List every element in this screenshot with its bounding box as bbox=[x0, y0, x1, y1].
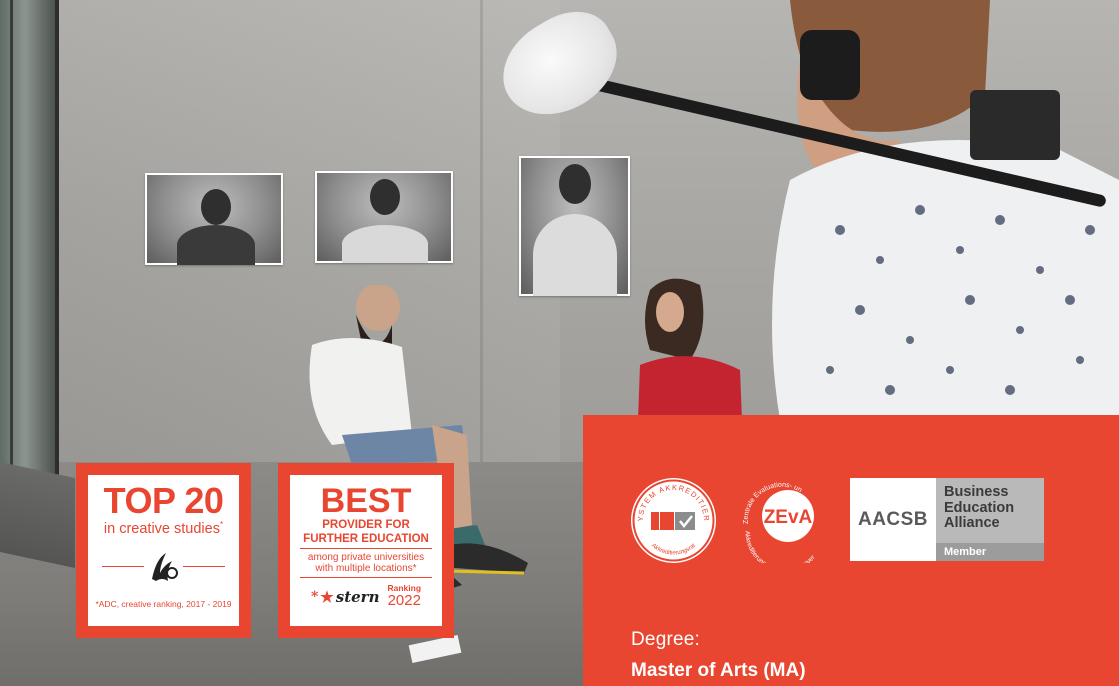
best-title: BEST bbox=[320, 482, 412, 520]
aacsb-badge: AACSB Business Education Alliance Member bbox=[850, 478, 1044, 561]
top20-asterisk: * bbox=[219, 520, 224, 529]
portrait-shoulders bbox=[177, 225, 255, 265]
stern-logo: * ★ stern bbox=[311, 588, 380, 606]
stern-asterisk: * bbox=[310, 588, 319, 605]
best-footer: * ★ stern Ranking 2022 bbox=[290, 584, 442, 609]
portrait-head bbox=[370, 179, 400, 215]
degree-label: Degree: bbox=[631, 629, 700, 650]
adc-logo-icon bbox=[102, 547, 225, 587]
wall-portrait-3 bbox=[519, 156, 630, 296]
wall-portrait-2 bbox=[315, 171, 453, 263]
wall-portrait-1 bbox=[145, 173, 283, 265]
stern-wordmark: stern bbox=[335, 587, 380, 606]
degree-value: Master of Arts (MA) bbox=[631, 660, 806, 681]
zeva-seal: Zentrale Evaluations- und Akkreditierung… bbox=[736, 473, 828, 573]
best-badge-card: BEST PROVIDER FOR FURTHER EDUCATION amon… bbox=[290, 475, 442, 626]
portrait-image bbox=[317, 173, 451, 263]
zeva-seal-icon: Zentrale Evaluations- und Akkreditierung… bbox=[736, 473, 817, 573]
top20-badge-card: TOP 20 in creative studies* *ADC, creati… bbox=[88, 475, 239, 626]
window bbox=[0, 0, 59, 500]
aacsb-line-1: Business bbox=[944, 484, 1009, 500]
system-accreditation-seal: SYSTEM AKKREDITIERT Akkreditierungsrat bbox=[628, 471, 716, 563]
best-provider-badge: BEST PROVIDER FOR FURTHER EDUCATION amon… bbox=[278, 463, 454, 638]
zeva-mark: ZEvA bbox=[764, 507, 813, 528]
best-note-1: among private universities bbox=[307, 552, 425, 563]
window-sill bbox=[0, 462, 75, 568]
aacsb-text-block: Business Education Alliance Member bbox=[936, 478, 1044, 561]
top20-footnote: *ADC, creative ranking, 2017 - 2019 bbox=[95, 598, 232, 609]
ranking-year: 2022 bbox=[387, 592, 421, 609]
best-subtitle-1: PROVIDER FOR bbox=[322, 519, 410, 531]
system-seal-icon: SYSTEM AKKREDITIERT Akkreditierungsrat bbox=[628, 471, 715, 562]
best-divider bbox=[300, 548, 432, 549]
top20-badge: TOP 20 in creative studies* *ADC, creati… bbox=[76, 463, 251, 638]
aacsb-title: Business Education Alliance bbox=[936, 478, 1044, 532]
portrait-image bbox=[147, 175, 281, 265]
aacsb-line-2: Education bbox=[944, 499, 1015, 516]
ranking-label: Ranking 2022 bbox=[387, 584, 421, 609]
portrait-image bbox=[521, 158, 628, 296]
top20-subtitle: in creative studies* bbox=[88, 520, 239, 537]
boom-operator bbox=[760, 0, 1119, 420]
seated-woman bbox=[630, 270, 750, 420]
best-note-2: with multiple locations* bbox=[315, 563, 417, 574]
top20-title: TOP 20 bbox=[103, 480, 224, 521]
best-subtitle-2: FURTHER EDUCATION bbox=[303, 532, 429, 545]
top20-subtitle-text: in creative studies bbox=[103, 520, 220, 537]
logo-rule-left bbox=[102, 565, 144, 567]
logo-rule-right bbox=[183, 565, 225, 567]
best-divider-2 bbox=[300, 577, 432, 578]
aacsb-logo: AACSB bbox=[857, 508, 929, 530]
portrait-head bbox=[559, 164, 591, 204]
portrait-shoulders bbox=[533, 214, 617, 296]
portrait-shoulders bbox=[342, 225, 428, 263]
aacsb-line-3: Alliance bbox=[944, 515, 1000, 531]
portrait-head bbox=[201, 189, 231, 225]
stern-star-icon: ★ bbox=[320, 587, 334, 606]
aacsb-member-label: Member bbox=[936, 543, 1044, 561]
adc-glyph-icon bbox=[151, 552, 178, 581]
window-frame bbox=[10, 0, 13, 500]
